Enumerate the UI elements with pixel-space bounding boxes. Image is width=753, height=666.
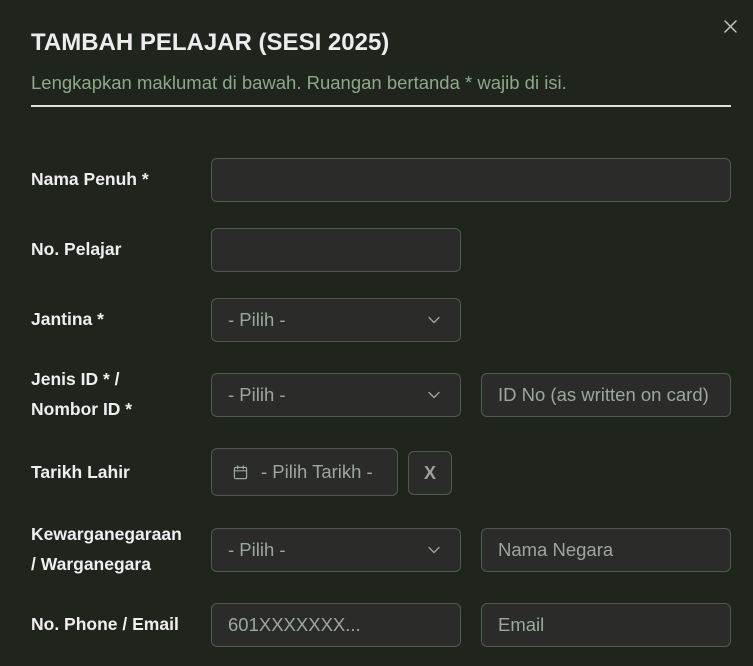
header-divider	[31, 105, 731, 107]
id-type-label-line1: Jenis ID * /	[31, 369, 120, 389]
country-name-input[interactable]	[481, 528, 731, 572]
citizenship-select[interactable]: - Pilih -	[211, 528, 461, 572]
calendar-icon	[233, 464, 248, 479]
student-no-label: No. Pelajar	[31, 239, 122, 259]
gender-select-value: - Pilih -	[228, 309, 286, 330]
contact-label: No. Phone / Email	[31, 614, 179, 634]
close-icon	[723, 19, 737, 33]
modal-title: TAMBAH PELAJAR (SESI 2025)	[31, 29, 390, 56]
id-type-select[interactable]: - Pilih -	[211, 373, 461, 417]
citizenship-label-line1: Kewarganegaraan	[31, 524, 182, 544]
gender-select[interactable]: - Pilih -	[211, 298, 461, 342]
full-name-input[interactable]	[211, 158, 731, 202]
id-number-input[interactable]	[481, 373, 731, 417]
close-button[interactable]	[721, 17, 739, 35]
birth-date-picker[interactable]: - Pilih Tarikh -	[211, 448, 398, 496]
id-type-label: Jenis ID * / Nombor ID *	[31, 364, 132, 424]
chevron-down-icon	[428, 316, 440, 324]
modal-subtitle: Lengkapkan maklumat di bawah. Ruangan be…	[31, 72, 567, 93]
email-input[interactable]	[481, 603, 731, 647]
citizenship-label: Kewarganegaraan / Warganegara	[31, 519, 182, 579]
citizenship-select-value: - Pilih -	[228, 539, 286, 560]
id-type-select-value: - Pilih -	[228, 384, 286, 405]
birth-date-placeholder: - Pilih Tarikh -	[261, 461, 373, 482]
birth-date-label: Tarikh Lahir	[31, 462, 130, 482]
gender-label: Jantina *	[31, 309, 104, 329]
add-student-modal: TAMBAH PELAJAR (SESI 2025) Lengkapkan ma…	[0, 0, 753, 666]
phone-input[interactable]	[211, 603, 461, 647]
citizenship-label-line2: / Warganegara	[31, 554, 151, 574]
student-no-input[interactable]	[211, 228, 461, 272]
id-type-label-line2: Nombor ID *	[31, 399, 133, 419]
chevron-down-icon	[428, 546, 440, 554]
chevron-down-icon	[428, 391, 440, 399]
full-name-label: Nama Penuh *	[31, 169, 149, 189]
clear-date-button[interactable]: X	[408, 451, 452, 495]
